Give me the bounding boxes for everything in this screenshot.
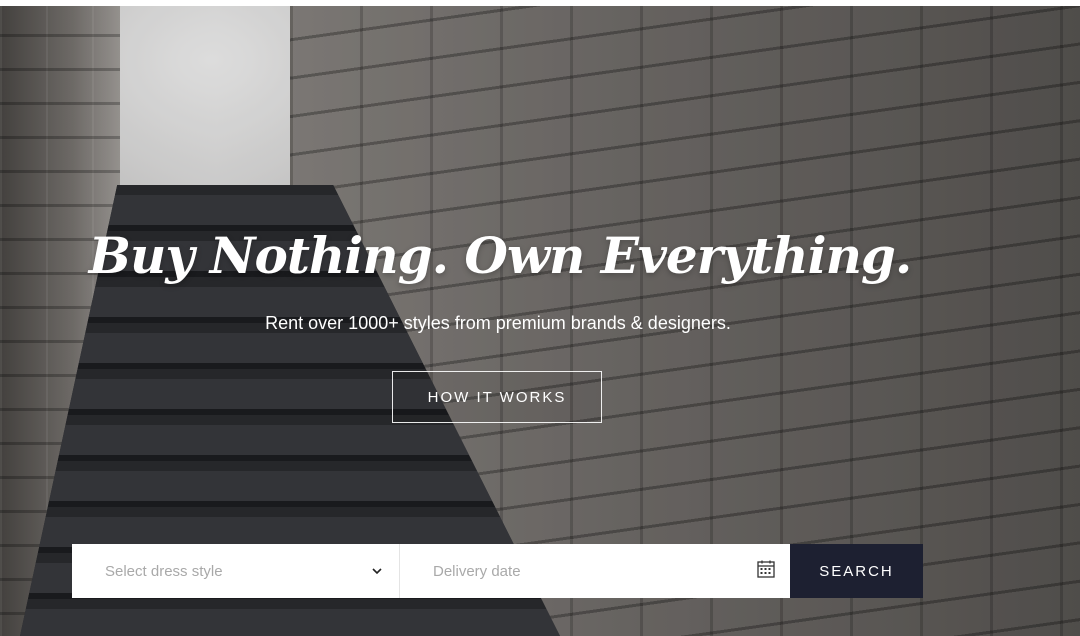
delivery-date-placeholder: Delivery date [433, 562, 521, 580]
chevron-down-icon [371, 565, 383, 577]
calendar-icon[interactable] [756, 559, 776, 584]
search-button[interactable]: SEARCH [790, 544, 923, 598]
hero-subheadline: Rent over 1000+ styles from premium bran… [265, 313, 731, 333]
delivery-date-field[interactable]: Delivery date [400, 544, 790, 598]
how-it-works-button[interactable]: HOW IT WORKS [392, 371, 602, 423]
search-bar: Select dress style Delivery date SEARCH [72, 544, 923, 598]
dress-style-select[interactable]: Select dress style [72, 544, 400, 598]
hero-headline: Buy Nothing. Own Everything. [88, 226, 913, 285]
dress-style-placeholder: Select dress style [105, 562, 223, 580]
top-divider [0, 0, 1080, 6]
